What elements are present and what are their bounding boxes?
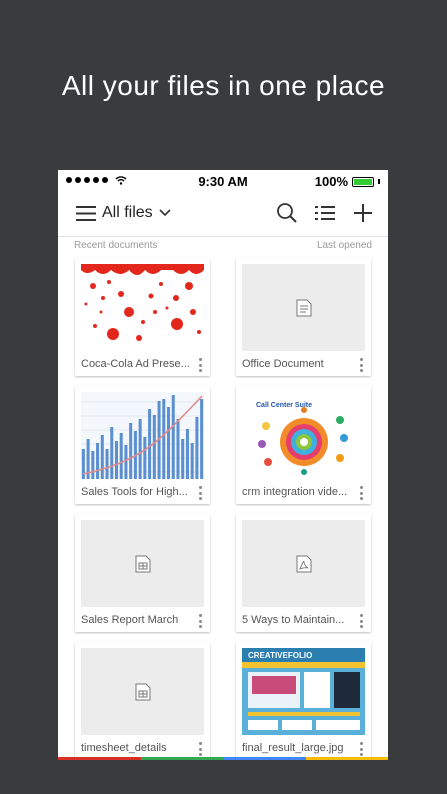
spreadsheet-icon (135, 555, 150, 572)
battery-icon (352, 176, 374, 187)
document-icon (296, 299, 311, 316)
more-options-icon[interactable] (360, 358, 364, 372)
thumbnail-bar (143, 437, 147, 479)
more-options-icon[interactable] (199, 614, 203, 628)
file-thumbnail (81, 520, 204, 607)
add-icon[interactable] (352, 202, 374, 224)
toolbar: All files (58, 192, 388, 237)
website-thumb-title: CREATIVEFOLIO (248, 651, 312, 660)
thumbnail-bar (129, 423, 133, 479)
phone-screen: 9:30 AM 100% All files Recent documents … (58, 170, 388, 760)
file-name: Sales Report March (81, 614, 179, 626)
file-thumbnail (242, 520, 365, 607)
folder-selector[interactable]: All files (102, 204, 171, 222)
file-card[interactable]: 5 Ways to Maintain... (236, 514, 371, 632)
file-name: 5 Ways to Maintain... (242, 614, 345, 626)
headline: All your files in one place (61, 70, 386, 101)
thumbnail-bar (114, 441, 118, 479)
thumbnail-bar (185, 429, 189, 479)
thumbnail-bar (176, 419, 180, 479)
file-card[interactable]: CREATIVEFOLIO final_result_large.jpg (236, 642, 371, 760)
chevron-down-icon (159, 209, 171, 217)
file-card[interactable]: timesheet_details (75, 642, 210, 760)
spreadsheet-icon (135, 683, 150, 700)
more-options-icon[interactable] (360, 614, 364, 628)
battery-indicator: 100% (315, 174, 380, 189)
search-icon[interactable] (276, 202, 298, 224)
bar-chart-thumbnail (81, 392, 204, 479)
more-options-icon[interactable] (199, 486, 203, 500)
file-name: timesheet_details (81, 742, 167, 754)
website-thumbnail: CREATIVEFOLIO (242, 648, 365, 735)
thumbnail-bar (200, 399, 204, 479)
thumbnail-bar (138, 419, 142, 479)
accent-bar-segment (305, 757, 388, 760)
more-options-icon[interactable] (360, 486, 364, 500)
thumbnail-bar (195, 417, 199, 479)
accent-bar-segment (140, 757, 223, 760)
file-name: final_result_large.jpg (242, 742, 344, 754)
file-thumbnail: CREATIVEFOLIO (242, 648, 365, 735)
file-thumbnail: Call Center Suite (242, 392, 365, 479)
file-name: Sales Tools for High... (81, 486, 188, 498)
thumbnail-bar (181, 439, 185, 479)
file-name: crm integration vide... (242, 486, 348, 498)
file-thumbnail (81, 264, 204, 351)
list-header: Recent documents Last opened (74, 240, 372, 251)
file-card[interactable]: Office Document (236, 258, 371, 376)
accent-bar-segment (58, 757, 141, 760)
accent-bar-segment (223, 757, 306, 760)
more-options-icon[interactable] (199, 358, 203, 372)
thumbnail-bar (152, 415, 156, 479)
sort-label[interactable]: Last opened (317, 240, 372, 251)
battery-percent: 100% (314, 174, 348, 189)
pdf-icon (296, 555, 311, 572)
thumbnail-bar (167, 407, 171, 479)
thumbnail-bar (162, 399, 166, 479)
folder-title: All files (102, 204, 153, 221)
thumbnail-bar (190, 443, 194, 479)
more-options-icon[interactable] (199, 742, 203, 756)
thumbnail-bar (96, 443, 100, 479)
file-thumbnail (242, 264, 365, 351)
accent-bar (58, 757, 388, 760)
status-bar: 9:30 AM 100% (58, 170, 388, 192)
thumbnail-bar (110, 427, 114, 479)
file-name: Office Document (242, 358, 324, 370)
file-thumbnail (81, 392, 204, 479)
more-options-icon[interactable] (360, 742, 364, 756)
file-name: Coca-Cola Ad Prese... (81, 358, 190, 370)
thumbnail-bar (119, 433, 123, 479)
thumbnail-bar (100, 435, 104, 479)
bubbles-thumbnail (81, 264, 204, 341)
menu-icon[interactable] (76, 205, 96, 222)
thumbnail-bar (171, 395, 175, 479)
file-card[interactable]: Sales Tools for High... (75, 386, 210, 504)
file-card[interactable]: Coca-Cola Ad Prese... (75, 258, 210, 376)
recent-documents-label: Recent documents (74, 240, 158, 251)
thumbnail-bar (91, 451, 95, 479)
file-card[interactable]: Call Center Suite crm integration vide..… (236, 386, 371, 504)
file-thumbnail (81, 648, 204, 735)
thumbnail-bar (148, 409, 152, 479)
thumbnail-bar (124, 445, 128, 479)
battery-tip (378, 179, 380, 184)
list-view-icon[interactable] (314, 202, 336, 224)
thumbnail-bar (105, 449, 109, 479)
crm-diagram-thumbnail: Call Center Suite (256, 402, 348, 475)
file-card[interactable]: Sales Report March (75, 514, 210, 632)
